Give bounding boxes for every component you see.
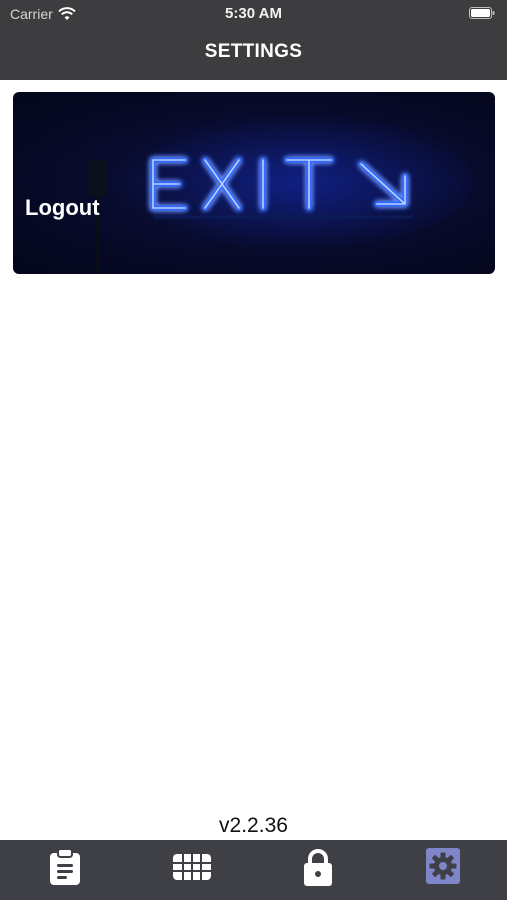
clock: 5:30 AM: [225, 5, 282, 22]
tab-lock[interactable]: [298, 846, 338, 888]
logout-label: Logout: [25, 195, 100, 220]
page-title: SETTINGS: [204, 41, 303, 62]
tab-grid[interactable]: [172, 846, 212, 888]
top-bar: Carrier 5:30 AM SETTINGS: [0, 0, 507, 80]
tab-settings[interactable]: [426, 848, 460, 884]
gear-icon: [429, 852, 457, 880]
app-version: v2.2.36: [219, 814, 288, 837]
tab-bar: [0, 840, 507, 900]
grid-icon: [173, 854, 211, 880]
settings-screen: Carrier 5:30 AM SETTINGS Logout v2.2.36: [0, 0, 507, 900]
logout-button[interactable]: Logout: [13, 92, 495, 274]
clipboard-icon: [50, 849, 80, 885]
status-bar: Carrier 5:30 AM: [0, 0, 507, 28]
lock-icon: [304, 849, 332, 886]
exit-sign-image: [88, 112, 473, 274]
tab-clipboard[interactable]: [45, 846, 85, 888]
battery-icon: [469, 7, 495, 19]
